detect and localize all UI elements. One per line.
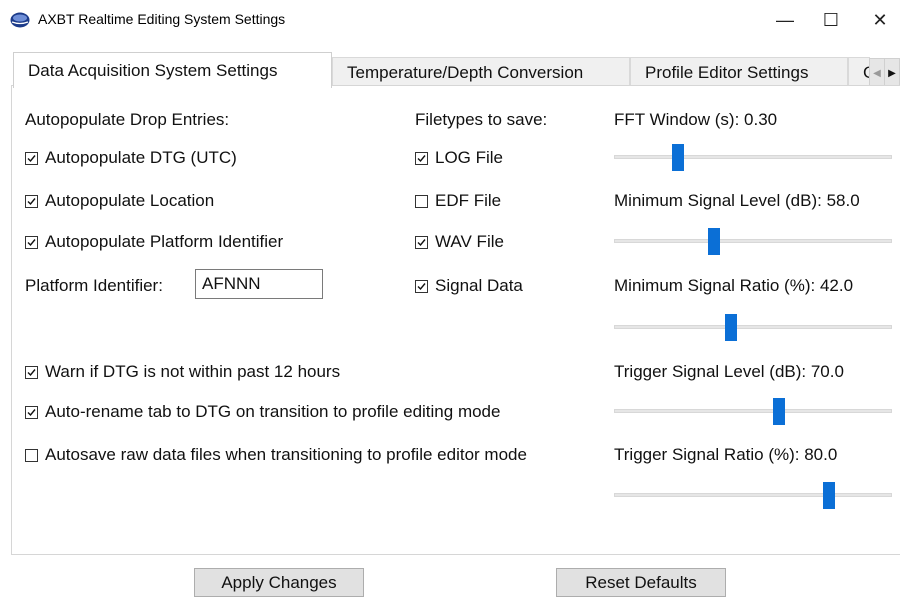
slider-thumb[interactable] xyxy=(823,482,836,509)
slider-thumb[interactable] xyxy=(724,314,737,341)
fft-window-label: FFT Window (s): 0.30 xyxy=(614,110,778,129)
slider-thumb[interactable] xyxy=(773,398,786,425)
checkbox-unchecked-icon xyxy=(25,448,38,462)
tab-g[interactable]: G xyxy=(848,57,870,87)
fft-window-slider[interactable] xyxy=(614,142,892,172)
wav-file-checkbox[interactable]: WAV File xyxy=(415,232,504,252)
reset-defaults-button[interactable]: Reset Defaults xyxy=(556,568,726,597)
slider-track xyxy=(614,325,892,329)
tab-scroll-right-button[interactable]: ▶ xyxy=(884,58,900,88)
min-signal-level-slider[interactable] xyxy=(614,226,892,256)
checkbox-checked-icon xyxy=(25,405,38,419)
checkbox-checked-icon xyxy=(415,279,428,293)
checkbox-label: Autopopulate Platform Identifier xyxy=(45,232,284,251)
window-title: AXBT Realtime Editing System Settings xyxy=(38,11,286,27)
autosave-checkbox[interactable]: Autosave raw data files when transitioni… xyxy=(25,445,527,465)
checkbox-label: LOG File xyxy=(435,148,504,167)
maximize-button[interactable]: ☐ xyxy=(808,4,854,36)
checkbox-checked-icon xyxy=(25,365,38,379)
platform-identifier-input[interactable]: AFNNN xyxy=(195,269,323,299)
checkbox-label: Autosave raw data files when transitioni… xyxy=(45,445,527,464)
arrow-right-icon: ▶ xyxy=(888,67,896,79)
slider-thumb[interactable] xyxy=(671,144,684,171)
tab-profile-editor[interactable]: Profile Editor Settings xyxy=(630,57,848,87)
checkbox-checked-icon xyxy=(415,235,428,249)
platform-identifier-label: Platform Identifier: xyxy=(25,276,163,295)
checkbox-label: WAV File xyxy=(435,232,504,251)
autopopulate-platform-checkbox[interactable]: Autopopulate Platform Identifier xyxy=(25,232,283,252)
trigger-signal-ratio-slider[interactable] xyxy=(614,480,892,510)
checkbox-label: Autopopulate DTG (UTC) xyxy=(45,148,237,167)
app-globe-icon xyxy=(10,12,30,28)
edf-file-checkbox[interactable]: EDF File xyxy=(415,191,501,211)
auto-rename-checkbox[interactable]: Auto-rename tab to DTG on transition to … xyxy=(25,402,500,422)
title-bar: AXBT Realtime Editing System Settings — … xyxy=(0,0,900,40)
slider-track xyxy=(614,493,892,497)
platform-identifier-value: AFNNN xyxy=(202,274,261,293)
close-button[interactable]: ✕ xyxy=(860,4,900,36)
tab-label: Profile Editor Settings xyxy=(645,62,809,82)
warn-dtg-checkbox[interactable]: Warn if DTG is not within past 12 hours xyxy=(25,362,340,382)
checkbox-checked-icon xyxy=(25,235,38,249)
tab-temperature-depth[interactable]: Temperature/Depth Conversion xyxy=(332,57,630,87)
checkbox-label: EDF File xyxy=(435,191,502,210)
checkbox-checked-icon xyxy=(415,151,428,165)
checkbox-label: Signal Data xyxy=(435,276,523,295)
checkbox-checked-icon xyxy=(25,151,38,165)
button-label: Reset Defaults xyxy=(585,572,697,592)
slider-track xyxy=(614,155,892,159)
checkbox-label: Auto-rename tab to DTG on transition to … xyxy=(45,402,501,421)
signal-data-checkbox[interactable]: Signal Data xyxy=(415,276,523,296)
minimize-icon: — xyxy=(776,9,794,30)
minimize-button[interactable]: — xyxy=(762,4,808,36)
min-signal-ratio-slider[interactable] xyxy=(614,312,892,342)
checkbox-unchecked-icon xyxy=(415,194,428,208)
slider-thumb[interactable] xyxy=(708,228,721,255)
checkbox-label: Warn if DTG is not within past 12 hours xyxy=(45,362,341,381)
filetypes-heading: Filetypes to save: xyxy=(415,110,548,129)
slider-track xyxy=(614,239,892,243)
tab-scroll-left-button[interactable]: ◀ xyxy=(869,58,885,88)
trigger-signal-ratio-label: Trigger Signal Ratio (%): 80.0 xyxy=(614,445,838,464)
close-icon: ✕ xyxy=(872,9,888,30)
tab-data-acquisition[interactable]: Data Acquisition System Settings xyxy=(13,52,332,88)
button-label: Apply Changes xyxy=(221,572,337,592)
min-signal-ratio-label: Minimum Signal Ratio (%): 42.0 xyxy=(614,276,854,295)
maximize-icon: ☐ xyxy=(822,9,840,30)
trigger-signal-level-label: Trigger Signal Level (dB): 70.0 xyxy=(614,362,844,381)
arrow-left-icon: ◀ xyxy=(873,67,881,79)
tab-label: Temperature/Depth Conversion xyxy=(347,62,584,82)
checkbox-checked-icon xyxy=(25,194,38,208)
tab-label: Data Acquisition System Settings xyxy=(28,60,278,80)
autopopulate-location-checkbox[interactable]: Autopopulate Location xyxy=(25,191,214,211)
log-file-checkbox[interactable]: LOG File xyxy=(415,148,503,168)
min-signal-level-label: Minimum Signal Level (dB): 58.0 xyxy=(614,191,860,210)
trigger-signal-level-slider[interactable] xyxy=(614,396,892,426)
checkbox-label: Autopopulate Location xyxy=(45,191,215,210)
autopopulate-dtg-checkbox[interactable]: Autopopulate DTG (UTC) xyxy=(25,148,237,168)
slider-track xyxy=(614,409,892,413)
apply-changes-button[interactable]: Apply Changes xyxy=(194,568,364,597)
autopopulate-heading: Autopopulate Drop Entries: xyxy=(25,110,230,129)
